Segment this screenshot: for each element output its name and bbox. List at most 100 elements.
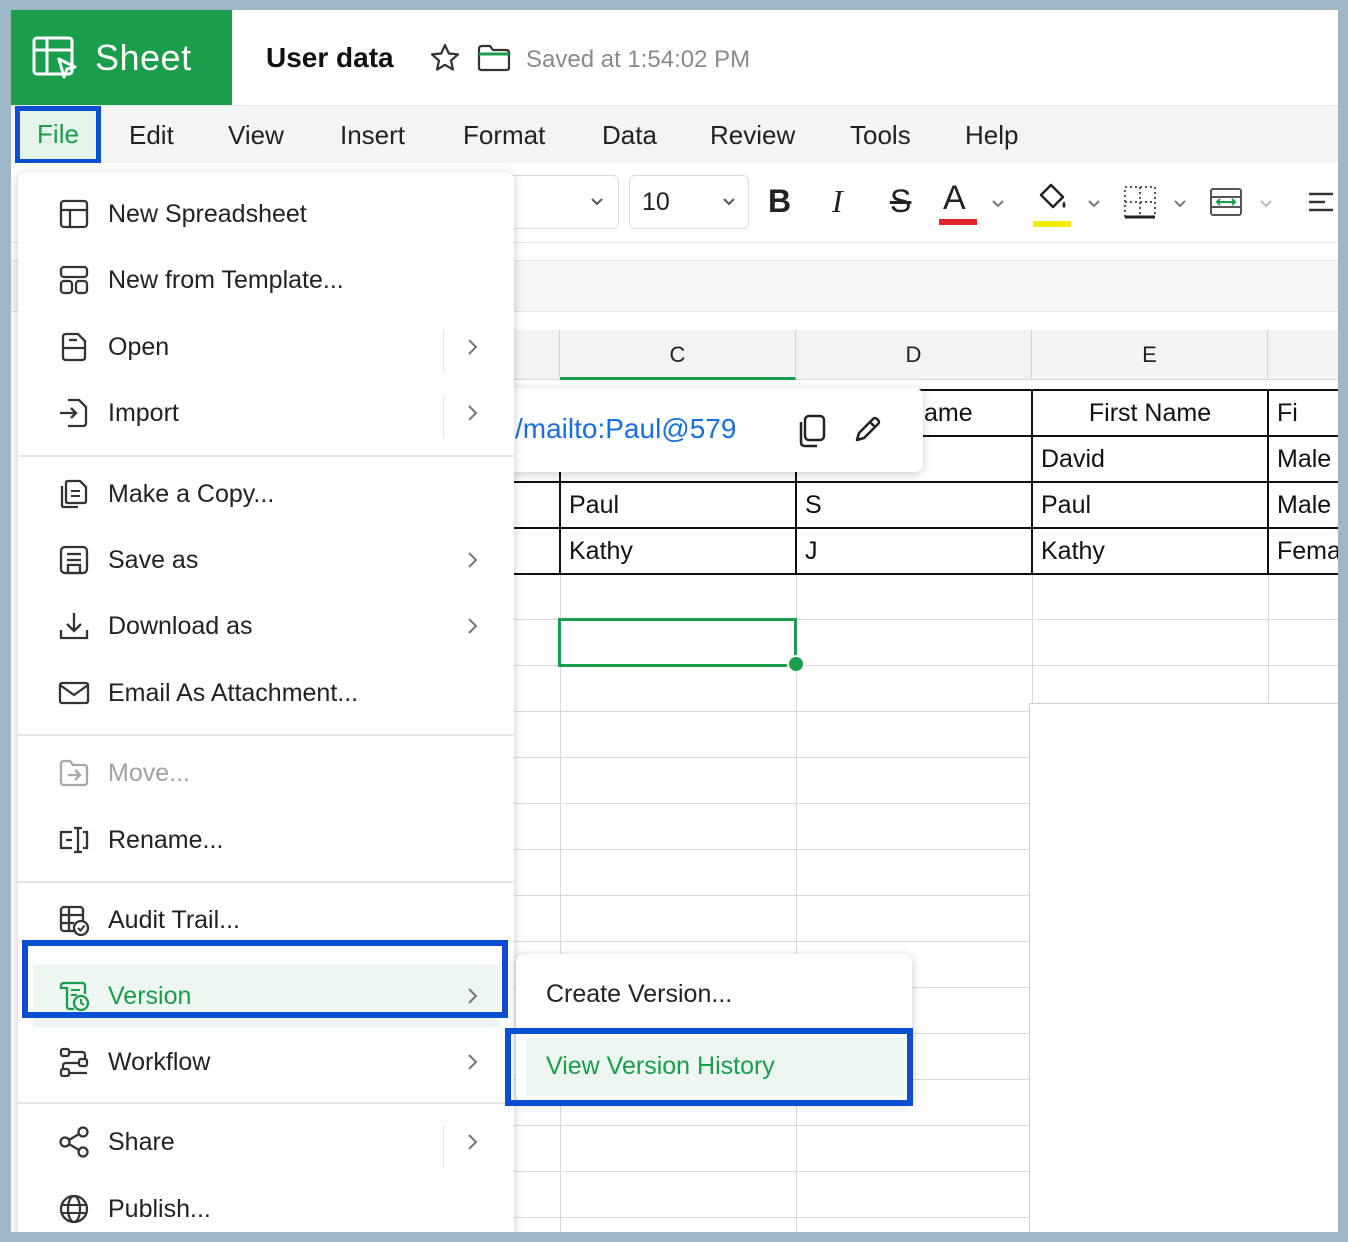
menu-tools[interactable]: Tools [850, 106, 911, 164]
bold-button[interactable]: B [768, 183, 791, 220]
copy-icon[interactable] [797, 414, 827, 448]
edit-pencil-icon[interactable] [851, 414, 883, 446]
merge-cells-icon[interactable] [1209, 187, 1243, 217]
menu-item-label: Download as [108, 611, 253, 640]
strikethrough-button[interactable]: S [890, 183, 911, 220]
chevron-right-icon [468, 1134, 478, 1150]
menu-file[interactable]: File [15, 106, 101, 164]
column-header-e[interactable]: E [1032, 330, 1268, 380]
cell-d1[interactable]: ame [916, 391, 1029, 435]
cell-c3[interactable]: Paul [561, 483, 795, 527]
menu-item-open[interactable]: Open [18, 316, 514, 378]
copy-document-icon [60, 479, 88, 509]
active-cell[interactable] [558, 618, 797, 667]
menu-item-download-as[interactable]: Download as [18, 595, 514, 657]
rename-icon [59, 826, 89, 854]
menu-item-share[interactable]: Share [18, 1111, 514, 1173]
menu-format[interactable]: Format [463, 106, 545, 164]
italic-button[interactable]: I [832, 183, 843, 220]
fill-handle[interactable] [787, 655, 805, 673]
workflow-icon [59, 1047, 89, 1078]
chevron-down-icon[interactable] [991, 197, 1005, 211]
align-left-icon[interactable] [1307, 189, 1335, 217]
cell-f2[interactable]: Male [1269, 437, 1338, 481]
font-size-dropdown[interactable]: 10 [629, 175, 749, 229]
menu-data[interactable]: Data [602, 106, 657, 164]
column-header-f[interactable] [1268, 330, 1338, 380]
borders-icon[interactable] [1123, 185, 1157, 219]
fill-color-button[interactable] [1031, 181, 1073, 229]
menubar: File Edit View Insert Format Data Review… [11, 105, 1338, 164]
cell-c4[interactable]: Kathy [561, 529, 795, 573]
menu-item-new-from-template[interactable]: New from Template... [18, 249, 514, 311]
cell-f4[interactable]: Fema [1269, 529, 1338, 573]
audit-trail-icon [59, 905, 90, 936]
gridline [511, 941, 1029, 942]
menu-review[interactable]: Review [710, 106, 795, 164]
app-name: Sheet [95, 36, 192, 78]
menu-item-new-spreadsheet[interactable]: New Spreadsheet [18, 183, 514, 245]
gridline [511, 895, 1029, 896]
chevron-right-icon [468, 618, 478, 634]
menu-item-label: Open [108, 332, 170, 361]
cell-f1[interactable]: Fi [1269, 391, 1338, 435]
save-icon [59, 545, 89, 575]
share-icon [59, 1126, 89, 1158]
menu-view[interactable]: View [228, 106, 284, 164]
gridline [511, 757, 1029, 758]
paint-bucket-icon [1039, 183, 1066, 209]
star-icon[interactable] [429, 42, 461, 74]
globe-icon [59, 1194, 89, 1224]
menu-insert[interactable]: Insert [340, 106, 405, 164]
menu-item-move: Move... [18, 742, 514, 804]
gridline [511, 1171, 1029, 1172]
column-header-d[interactable]: D [796, 330, 1032, 380]
template-icon [59, 265, 89, 295]
chevron-right-icon [468, 1054, 478, 1070]
menu-item-label: Workflow [108, 1047, 211, 1076]
import-icon [60, 398, 88, 428]
gridline [511, 849, 1029, 850]
menu-item-create-version[interactable]: Create Version... [546, 980, 732, 1009]
view-history-highlight-box [505, 1028, 913, 1106]
cell-d3[interactable]: S [797, 483, 1031, 527]
menu-item-rename[interactable]: Rename... [18, 809, 514, 871]
menu-item-label: Make a Copy... [108, 479, 275, 508]
fill-color-swatch [1033, 221, 1071, 227]
menu-item-workflow[interactable]: Workflow [18, 1031, 514, 1093]
cell-d4[interactable]: J [797, 529, 1031, 573]
menu-item-label: Move... [108, 758, 190, 787]
cell-e3[interactable]: Paul [1033, 483, 1267, 527]
folder-icon[interactable] [477, 44, 511, 72]
divider [443, 396, 444, 438]
menu-item-label: Save as [108, 545, 199, 574]
menu-item-save-as[interactable]: Save as [18, 529, 514, 591]
menu-item-publish[interactable]: Publish... [18, 1178, 514, 1232]
column-header-c[interactable]: C [560, 330, 796, 380]
menu-help[interactable]: Help [965, 106, 1018, 164]
column-header-b[interactable] [511, 330, 560, 380]
chevron-right-icon [468, 339, 478, 355]
menu-edit[interactable]: Edit [129, 106, 174, 164]
cell-f3[interactable]: Male [1269, 483, 1338, 527]
cell-e4[interactable]: Kathy [1033, 529, 1267, 573]
document-title[interactable]: User data [266, 42, 394, 74]
menu-item-label: Audit Trail... [108, 905, 240, 934]
chevron-down-icon[interactable] [1173, 197, 1187, 211]
app-brand[interactable]: Sheet [11, 10, 232, 105]
new-spreadsheet-icon [59, 199, 89, 229]
menu-item-import[interactable]: Import [18, 382, 514, 444]
menu-item-label: Publish... [108, 1194, 211, 1223]
menu-item-label: Email As Attachment... [108, 678, 359, 707]
menu-item-label: Rename... [108, 825, 224, 854]
cell-e2[interactable]: David [1033, 437, 1267, 481]
chevron-down-icon[interactable] [1087, 197, 1101, 211]
chevron-down-icon[interactable] [1259, 197, 1273, 211]
font-color-button[interactable]: A [939, 177, 979, 227]
sheet-logo-icon [32, 36, 77, 78]
hyperlink-text[interactable]: /mailto:Paul@579 [515, 413, 736, 445]
cell-e1[interactable]: First Name [1033, 391, 1267, 435]
menu-divider [18, 1102, 514, 1104]
menu-item-make-copy[interactable]: Make a Copy... [18, 463, 514, 525]
menu-item-email-attachment[interactable]: Email As Attachment... [18, 662, 514, 724]
